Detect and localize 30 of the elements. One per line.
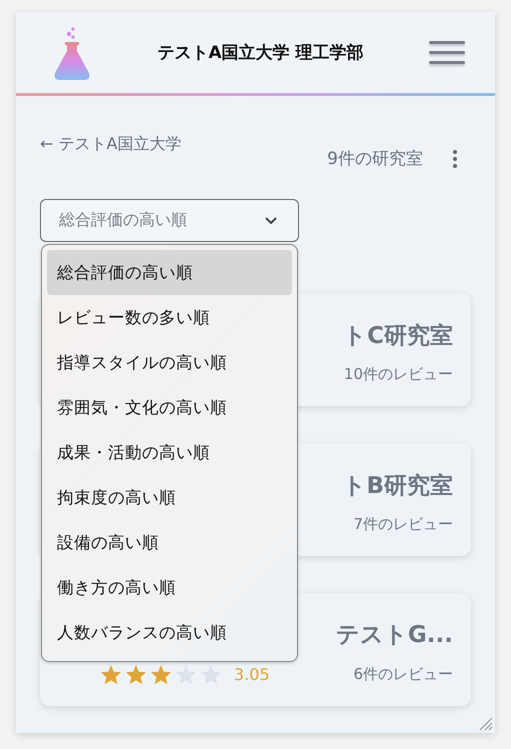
sort-option[interactable]: 指導スタイルの高い順	[47, 340, 292, 385]
sort-option[interactable]: 働き方の高い順	[47, 565, 292, 610]
star-icon	[150, 664, 172, 684]
lab-title: トB研究室	[342, 472, 453, 500]
flask-icon	[52, 24, 92, 80]
sort-option[interactable]: 成果・活動の高い順	[47, 430, 292, 475]
sort-option[interactable]: レビュー数の多い順	[47, 295, 292, 340]
sort-select[interactable]: 総合評価の高い順	[40, 199, 299, 242]
review-count: 7件のレビュー	[353, 514, 453, 534]
sort-option[interactable]: 総合評価の高い順	[47, 250, 292, 295]
chevron-icon	[264, 216, 278, 225]
sort-option[interactable]: 設備の高い順	[47, 520, 292, 565]
sort-option[interactable]: 拘束度の高い順	[47, 475, 292, 520]
rating-value: 3.05	[234, 664, 270, 684]
star-icon	[100, 664, 122, 684]
resize-grip-icon[interactable]	[477, 715, 493, 731]
lab-title: テストG...	[336, 620, 453, 650]
review-count: 10件のレビュー	[344, 364, 453, 384]
star-icon	[200, 664, 222, 684]
review-count: 6件のレビュー	[353, 664, 453, 684]
sort-option[interactable]: 雰囲気・文化の高い順	[47, 385, 292, 430]
star-icon	[125, 664, 147, 684]
header-title: テストA国立大学 理工学部	[156, 42, 365, 64]
menu-icon[interactable]	[429, 41, 465, 64]
sort-option[interactable]: 人数バランスの高い順	[47, 610, 292, 655]
lab-title: トC研究室	[343, 322, 453, 350]
lab-count: 9件の研究室	[327, 148, 423, 170]
back-link[interactable]: ← テストA国立大学	[40, 134, 328, 155]
star-icon	[175, 664, 197, 684]
more-icon[interactable]	[451, 148, 459, 170]
